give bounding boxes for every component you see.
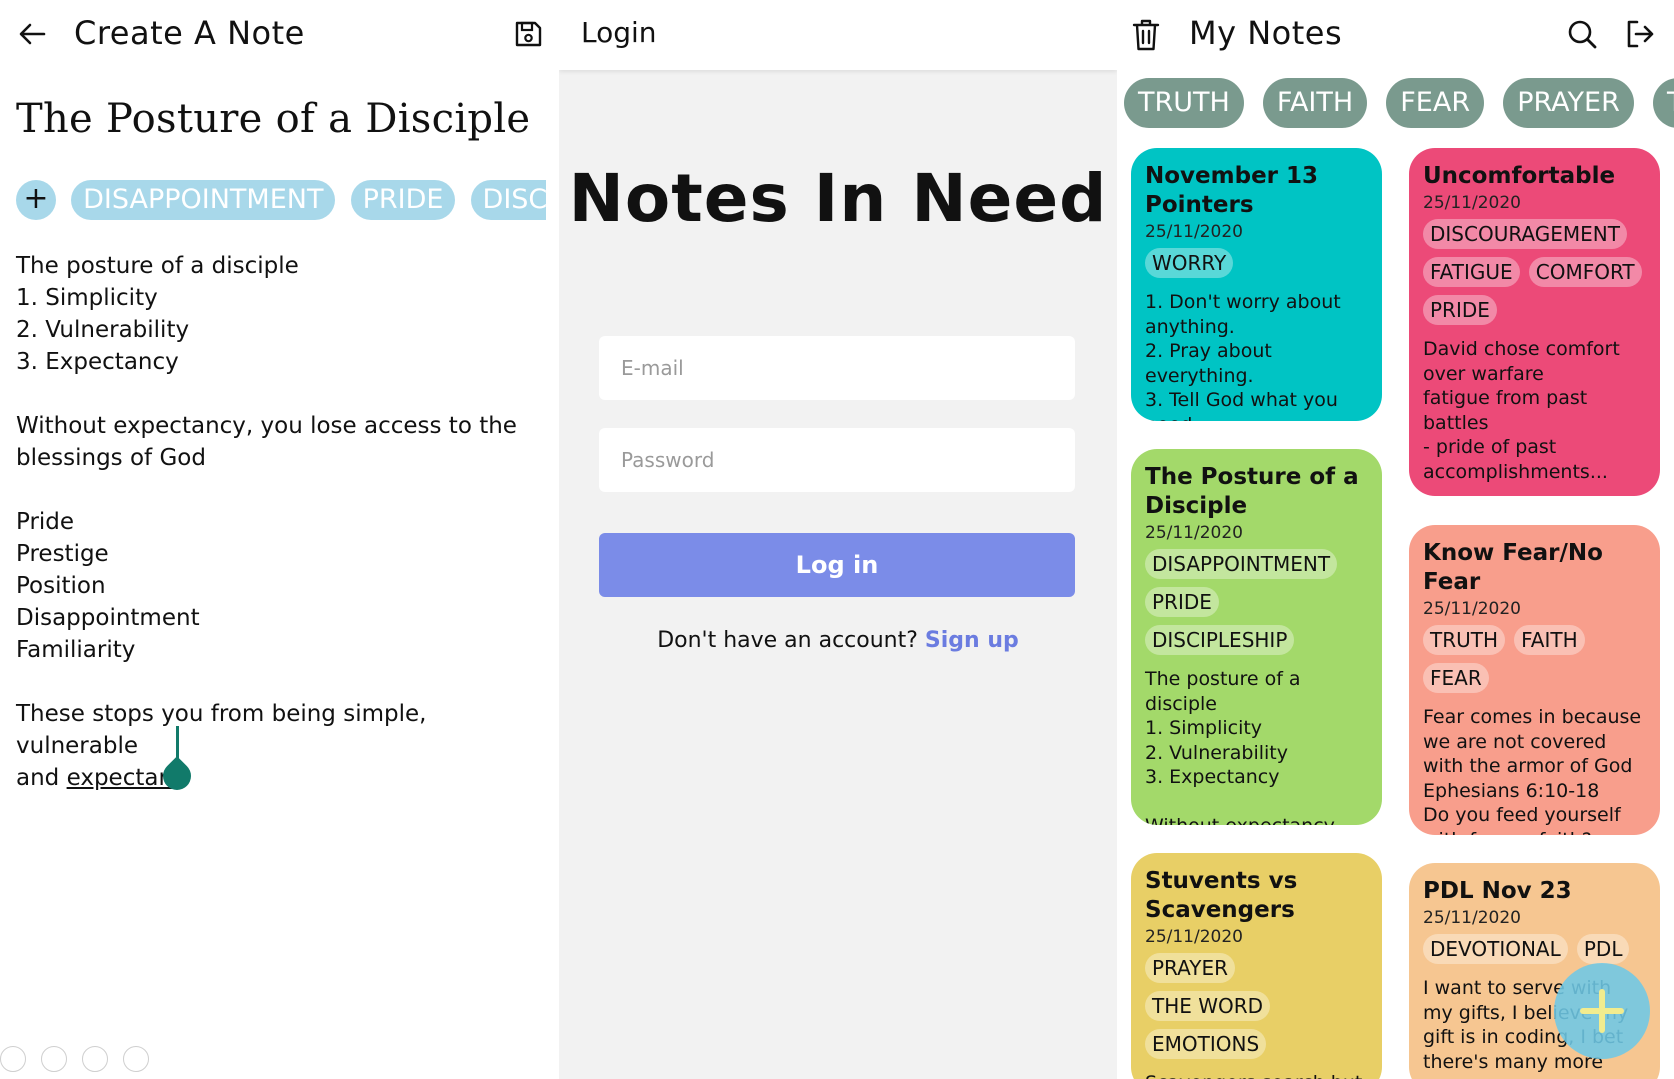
note-card-tag: DISCOURAGEMENT (1423, 219, 1627, 249)
no-account-text: Don't have an account? (657, 628, 918, 653)
page-title: My Notes (1189, 14, 1343, 52)
email-field[interactable] (599, 336, 1075, 400)
filter-chip-faith[interactable]: FAITH (1262, 78, 1368, 128)
note-tag-row: + DISAPPOINTMENT PRIDE DISCIPLESHIP (16, 180, 546, 224)
note-card-body: 1. Don't worry about anything. 2. Pray a… (1145, 291, 1341, 421)
copy-icon[interactable] (0, 1046, 26, 1072)
tag-chip[interactable]: DISCIPLESHIP (470, 180, 546, 220)
note-card-tag: DEVOTIONAL (1423, 934, 1568, 964)
page-title: Create A Note (74, 14, 305, 52)
note-card-tag: TRUTH (1423, 625, 1506, 655)
filter-chip-prayer[interactable]: PRAYER (1503, 78, 1634, 128)
tag-chip[interactable]: PRIDE (350, 180, 456, 220)
login-header: Login (559, 0, 1117, 70)
note-card-tags: TRUTH FAITH FEAR (1423, 625, 1646, 701)
keyboard-icon[interactable] (82, 1046, 109, 1072)
note-card-tags: WORRY (1145, 248, 1368, 286)
back-arrow-icon[interactable] (16, 18, 48, 50)
note-card-tag: PRIDE (1145, 587, 1219, 617)
more-icon[interactable] (123, 1046, 150, 1072)
note-card-tags: DISAPPOINTMENT PRIDE DISCIPLESHIP (1145, 549, 1368, 663)
note-card-tag: PRAYER (1145, 953, 1236, 983)
note-card-body: Scavengers search but skip the source (1145, 1071, 1368, 1079)
search-icon[interactable] (1566, 18, 1598, 50)
note-card-body: Fear comes in because we are not covered… (1423, 706, 1642, 835)
note-card[interactable]: The Posture of a Disciple 25/11/2020 DIS… (1131, 449, 1382, 825)
my-notes-header: My Notes (1117, 0, 1674, 72)
create-note-screen: Create A Note The Posture of a Disciple … (0, 0, 559, 1079)
note-card-date: 25/11/2020 (1423, 193, 1521, 213)
note-card-body: David chose comfort over warfare fatigue… (1423, 338, 1620, 483)
note-card-tag: WORRY (1145, 248, 1234, 278)
note-card-title: The Posture of a Disciple (1145, 464, 1359, 519)
note-card-tag: FATIGUE (1423, 257, 1520, 287)
filter-chip-the-word[interactable]: THE WORD (1652, 78, 1674, 128)
note-card-date: 25/11/2020 (1423, 599, 1521, 619)
note-card-tag: DISAPPOINTMENT (1145, 549, 1338, 579)
search-icon[interactable] (41, 1046, 68, 1072)
note-card[interactable]: Know Fear/No Fear 25/11/2020 TRUTH FAITH… (1409, 525, 1660, 835)
my-notes-screen: My Notes TRUTH FAITH FEAR PRAYER THE WOR… (1117, 0, 1674, 1079)
note-card-tag: DISCIPLESHIP (1145, 625, 1295, 655)
note-card-date: 25/11/2020 (1145, 523, 1243, 543)
note-card-title: PDL Nov 23 (1423, 878, 1572, 904)
note-card-tag: PRIDE (1423, 295, 1497, 325)
note-card-date: 25/11/2020 (1145, 222, 1243, 242)
password-field[interactable] (599, 428, 1075, 492)
note-card-tags: PRAYER THE WORD EMOTIONS (1145, 953, 1368, 1067)
note-card-title: November 13 Pointers (1145, 163, 1319, 218)
note-body-text: The posture of a disciple 1. Simplicity … (16, 253, 517, 791)
signup-link[interactable]: Sign up (925, 628, 1019, 653)
note-card-body: The posture of a disciple 1. Simplicity … (1145, 668, 1341, 825)
tag-filter-row: TRUTH FAITH FEAR PRAYER THE WORD (1124, 78, 1674, 130)
logout-icon[interactable] (1624, 18, 1656, 50)
note-card-tag: FAITH (1514, 625, 1585, 655)
trash-icon[interactable] (1131, 18, 1161, 52)
create-note-header: Create A Note (0, 0, 559, 72)
note-card-tag: PDL (1576, 934, 1630, 964)
filter-chip-fear[interactable]: FEAR (1386, 78, 1485, 128)
note-card[interactable]: Stuvents vs Scavengers 25/11/2020 PRAYER… (1131, 853, 1382, 1079)
save-icon[interactable] (512, 18, 544, 50)
filter-chip-truth[interactable]: TRUTH (1124, 78, 1244, 128)
note-card-tag: EMOTIONS (1145, 1029, 1267, 1059)
login-screen: Login Notes In Need Log in Don't have an… (559, 0, 1117, 1079)
plus-icon (1599, 989, 1605, 1033)
note-card-title: Know Fear/No Fear (1423, 540, 1603, 595)
note-card-title: Uncomfortable (1423, 163, 1616, 189)
add-tag-button[interactable]: + (16, 180, 56, 220)
note-body-editor[interactable]: The posture of a disciple 1. Simplicity … (16, 250, 546, 794)
note-card-tag: THE WORD (1145, 991, 1271, 1021)
app-title: Notes In Need (568, 160, 1108, 237)
signup-prompt: Don't have an account? Sign up (559, 628, 1117, 653)
note-card[interactable]: November 13 Pointers 25/11/2020 WORRY 1.… (1131, 148, 1382, 421)
note-card-tags: DISCOURAGEMENT FATIGUE COMFORT PRIDE (1423, 219, 1646, 333)
add-note-button[interactable] (1554, 963, 1650, 1059)
tag-chip[interactable]: DISAPPOINTMENT (71, 180, 336, 220)
note-card-tag: FEAR (1423, 663, 1489, 693)
floating-toolbar (0, 1046, 159, 1074)
note-card-tag: COMFORT (1528, 257, 1642, 287)
login-button[interactable]: Log in (599, 533, 1075, 597)
note-title-input[interactable]: The Posture of a Disciple (16, 96, 530, 142)
note-card-date: 25/11/2020 (1423, 908, 1521, 928)
note-card-title: Stuvents vs Scavengers (1145, 868, 1298, 923)
note-card-date: 25/11/2020 (1145, 927, 1243, 947)
page-title: Login (581, 16, 657, 49)
note-card[interactable]: Uncomfortable 25/11/2020 DISCOURAGEMENT … (1409, 148, 1660, 496)
